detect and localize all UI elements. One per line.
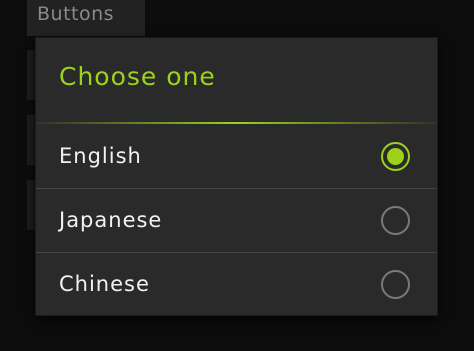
option-english[interactable]: English	[36, 124, 437, 188]
radio-button-selected[interactable]	[381, 142, 410, 171]
dialog-title: Choose one	[59, 62, 216, 91]
option-label: English	[59, 144, 142, 168]
background-header-label: Buttons	[37, 3, 115, 25]
radio-button[interactable]	[381, 206, 410, 235]
option-label: Chinese	[59, 272, 150, 296]
option-label: Japanese	[59, 208, 163, 232]
radio-dot-icon	[387, 148, 404, 165]
option-japanese[interactable]: Japanese	[36, 188, 437, 252]
choose-one-dialog: Choose one English Japanese Chinese	[36, 38, 437, 315]
background-buttons-header: Buttons	[27, 0, 145, 36]
option-chinese[interactable]: Chinese	[36, 252, 437, 316]
radio-button[interactable]	[381, 270, 410, 299]
